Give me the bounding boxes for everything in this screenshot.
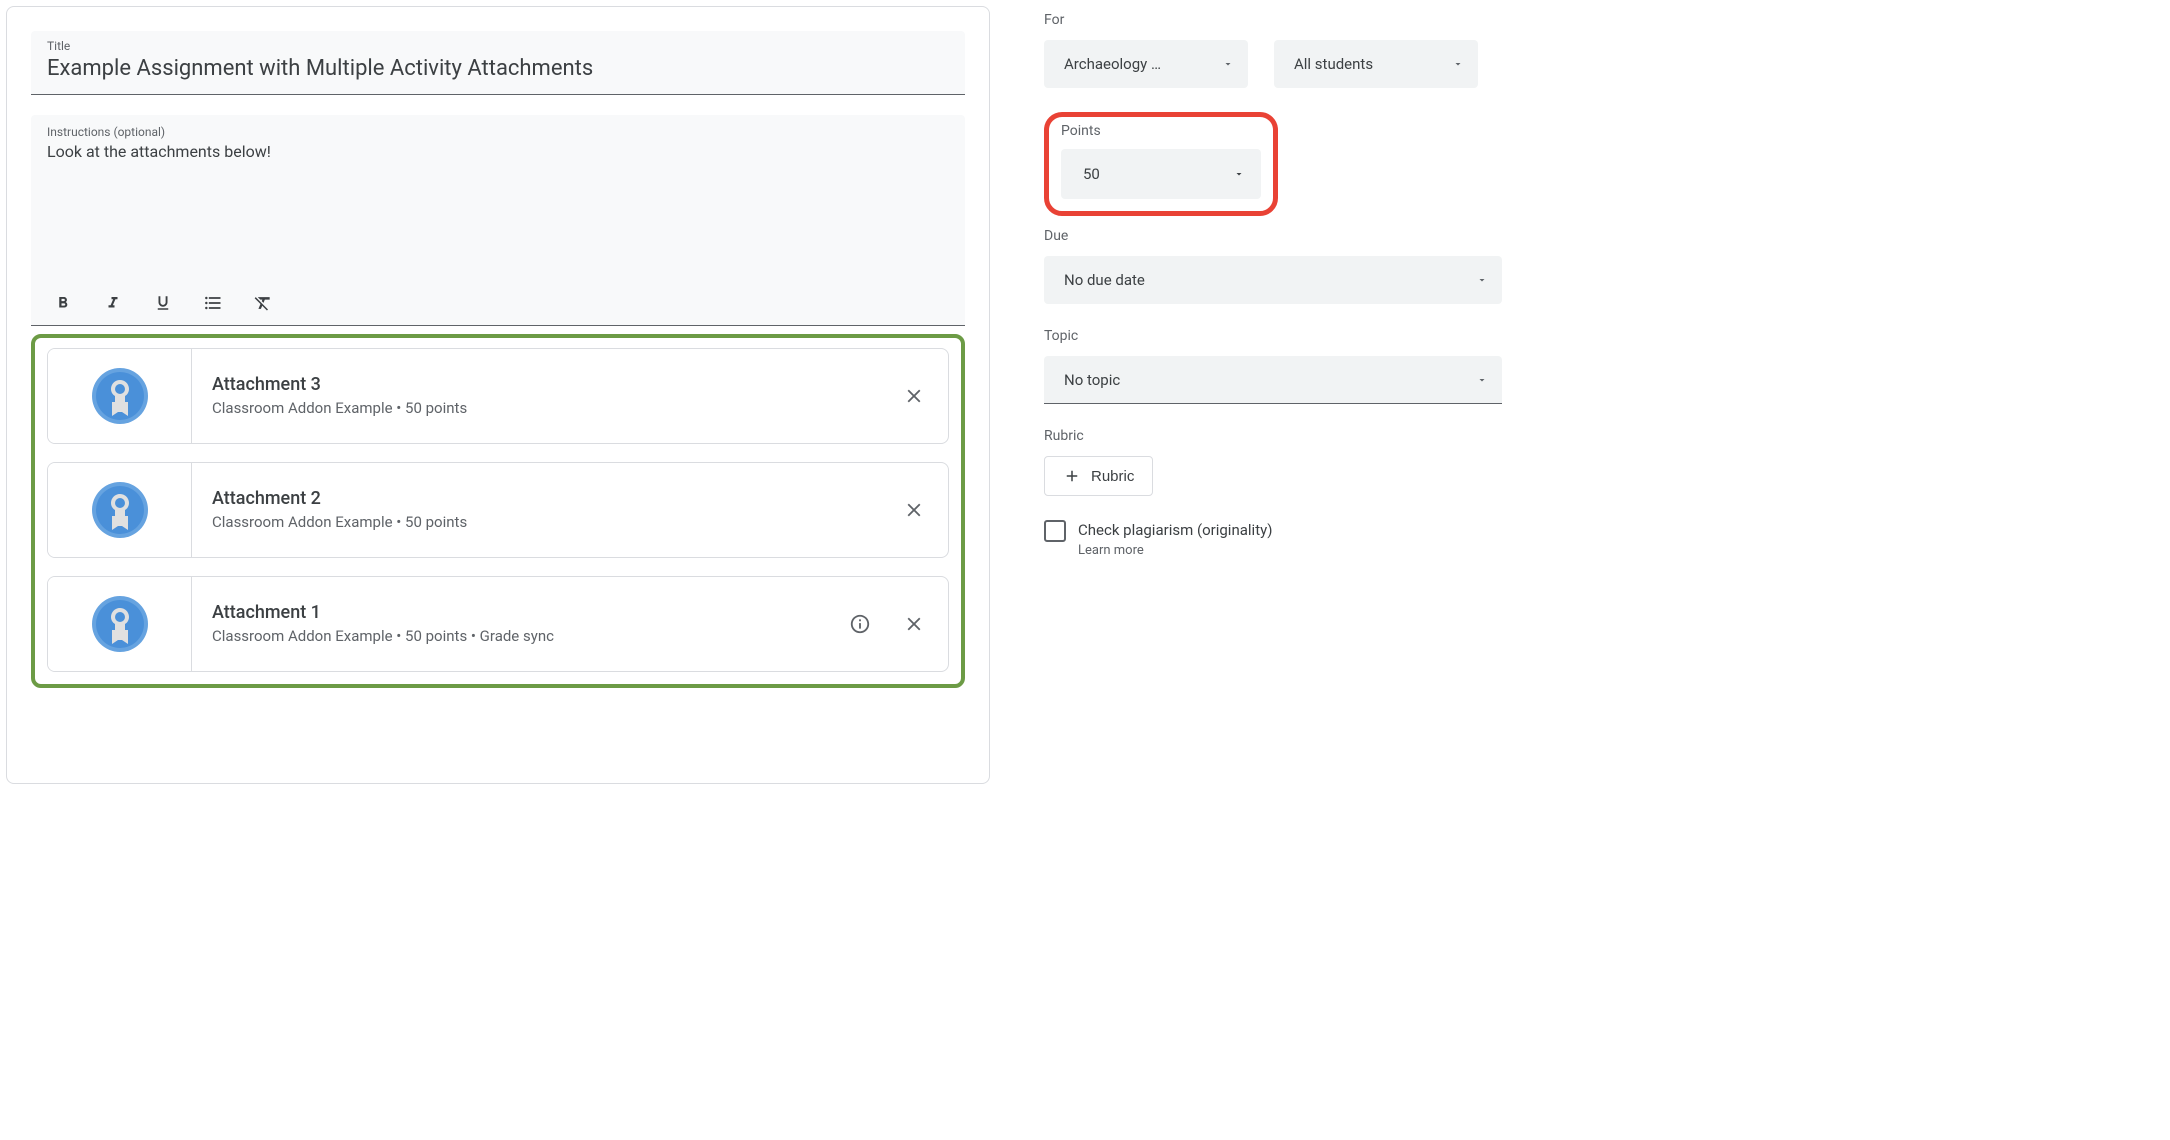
addon-icon: [90, 366, 150, 426]
points-highlight-box: Points 50: [1044, 112, 1278, 216]
attachment-thumb: [48, 349, 192, 443]
rubric-label: Rubric: [1044, 428, 1502, 444]
instructions-label: Instructions (optional): [47, 125, 949, 139]
attachments-highlight-box: Attachment 3 Classroom Addon Example • 5…: [31, 334, 965, 688]
bold-icon[interactable]: [51, 291, 75, 315]
italic-icon[interactable]: [101, 291, 125, 315]
close-icon: [903, 499, 925, 521]
attachment-body: Attachment 1 Classroom Addon Example • 5…: [192, 577, 848, 671]
points-value: 50: [1083, 165, 1100, 183]
remove-attachment-button[interactable]: [902, 612, 926, 636]
attachment-subtitle: Classroom Addon Example • 50 points: [212, 399, 882, 417]
underline-icon[interactable]: [151, 291, 175, 315]
due-date-dropdown[interactable]: No due date: [1044, 256, 1502, 304]
attachment-subtitle: Classroom Addon Example • 50 points • Gr…: [212, 627, 828, 645]
caret-down-icon: [1233, 168, 1245, 180]
learn-more-link[interactable]: Learn more: [1078, 543, 1272, 558]
instructions-value: Look at the attachments below!: [47, 141, 949, 281]
assignment-sidebar: For Archaeology … All students Points: [996, 0, 1508, 790]
topic-dropdown[interactable]: No topic: [1044, 356, 1502, 404]
due-label: Due: [1044, 228, 1502, 244]
points-label: Points: [1061, 123, 1261, 139]
caret-down-icon: [1452, 58, 1464, 70]
attachment-row[interactable]: Attachment 1 Classroom Addon Example • 5…: [47, 576, 949, 672]
for-students-dropdown[interactable]: All students: [1274, 40, 1478, 88]
topic-label: Topic: [1044, 328, 1502, 344]
close-icon: [903, 613, 925, 635]
caret-down-icon: [1476, 274, 1488, 286]
attachment-title: Attachment 2: [212, 488, 882, 509]
add-rubric-button[interactable]: Rubric: [1044, 456, 1153, 496]
caret-down-icon: [1476, 374, 1488, 386]
topic-value: No topic: [1064, 371, 1120, 389]
attachment-body: Attachment 3 Classroom Addon Example • 5…: [192, 349, 902, 443]
attachment-title: Attachment 1: [212, 602, 828, 623]
remove-attachment-button[interactable]: [902, 498, 926, 522]
for-class-value: Archaeology …: [1064, 55, 1161, 73]
plagiarism-checkbox[interactable]: [1044, 520, 1066, 542]
assignment-editor-main: Title Example Assignment with Multiple A…: [0, 0, 996, 790]
attachment-thumb: [48, 463, 192, 557]
attachment-title: Attachment 3: [212, 374, 882, 395]
info-icon: [849, 613, 871, 635]
points-dropdown[interactable]: 50: [1061, 149, 1261, 199]
attachment-thumb: [48, 577, 192, 671]
due-value: No due date: [1064, 271, 1145, 289]
attachment-subtitle: Classroom Addon Example • 50 points: [212, 513, 882, 531]
caret-down-icon: [1222, 58, 1234, 70]
addon-icon: [90, 594, 150, 654]
assignment-card: Title Example Assignment with Multiple A…: [6, 6, 990, 784]
plus-icon: [1063, 467, 1081, 485]
remove-attachment-button[interactable]: [902, 384, 926, 408]
title-value: Example Assignment with Multiple Activit…: [47, 55, 949, 84]
for-label: For: [1044, 12, 1502, 28]
bullet-list-icon[interactable]: [201, 291, 225, 315]
attachment-row[interactable]: Attachment 3 Classroom Addon Example • 5…: [47, 348, 949, 444]
attachment-body: Attachment 2 Classroom Addon Example • 5…: [192, 463, 902, 557]
close-icon: [903, 385, 925, 407]
instructions-field[interactable]: Instructions (optional) Look at the atta…: [31, 115, 965, 326]
title-field[interactable]: Title Example Assignment with Multiple A…: [31, 31, 965, 95]
title-label: Title: [47, 39, 949, 53]
attachment-row[interactable]: Attachment 2 Classroom Addon Example • 5…: [47, 462, 949, 558]
formatting-toolbar: [47, 281, 949, 325]
plagiarism-label: Check plagiarism (originality): [1078, 520, 1272, 541]
addon-icon: [90, 480, 150, 540]
clear-format-icon[interactable]: [251, 291, 275, 315]
for-class-dropdown[interactable]: Archaeology …: [1044, 40, 1248, 88]
rubric-button-label: Rubric: [1091, 468, 1134, 485]
attachment-info-button[interactable]: [848, 612, 872, 636]
for-students-value: All students: [1294, 55, 1373, 73]
